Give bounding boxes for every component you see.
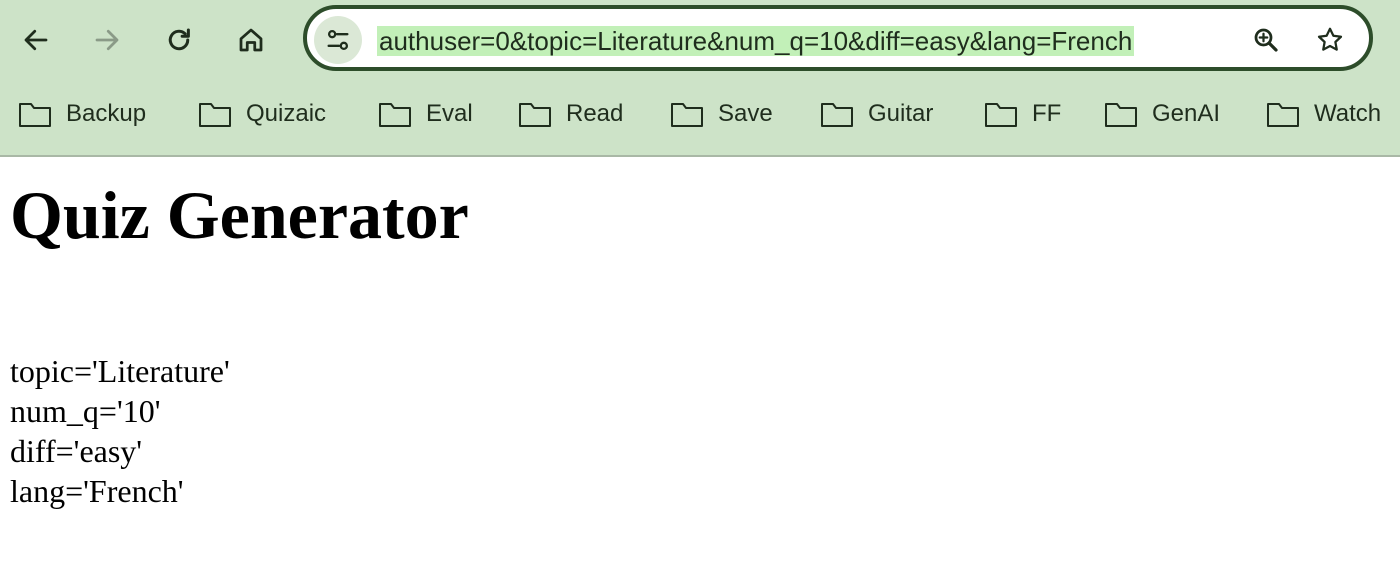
folder-icon <box>821 103 853 127</box>
bookmark-read[interactable]: Read <box>518 92 623 136</box>
star-icon <box>1317 27 1343 51</box>
reload-icon <box>168 28 190 51</box>
bookmark-watch[interactable]: Watch <box>1266 92 1381 136</box>
folder-icon <box>379 103 411 127</box>
bookmark-save[interactable]: Save <box>670 92 773 136</box>
bookmark-label: Eval <box>426 100 473 127</box>
bookmark-backup[interactable]: Backup <box>18 92 146 136</box>
folder-icon <box>1105 103 1137 127</box>
arrow-right-icon <box>95 29 119 51</box>
bookmark-star-button[interactable] <box>1310 20 1350 60</box>
bookmark-eval[interactable]: Eval <box>378 92 473 136</box>
bookmark-quizaic[interactable]: Quizaic <box>198 92 326 136</box>
param-list: topic='Literature' num_q='10' diff='easy… <box>10 351 1390 511</box>
folder-icon <box>671 103 703 127</box>
bookmark-label: Watch <box>1314 100 1382 127</box>
home-button[interactable] <box>227 16 275 64</box>
param-num-q: num_q='10' <box>10 393 161 429</box>
bookmark-guitar[interactable]: Guitar <box>820 92 933 136</box>
folder-icon <box>1267 103 1299 127</box>
param-topic: topic='Literature' <box>10 353 230 389</box>
bookmark-ff[interactable]: FF <box>984 92 1061 136</box>
reload-button[interactable] <box>155 16 203 64</box>
bookmark-label: Read <box>566 100 624 127</box>
bookmark-label: Save <box>718 100 773 127</box>
back-button[interactable] <box>12 16 60 64</box>
site-info-button[interactable] <box>314 16 362 64</box>
zoom-icon <box>1254 28 1278 52</box>
bookmark-label: GenAI <box>1152 100 1221 127</box>
arrow-left-icon <box>24 29 48 51</box>
page-title: Quiz Generator <box>10 177 469 253</box>
forward-button[interactable] <box>83 16 131 64</box>
home-icon <box>239 28 263 52</box>
url-text: authuser=0&topic=Literature&num_q=10&dif… <box>377 26 1135 56</box>
page-content: Quiz Generator topic='Literature' num_q=… <box>10 157 1390 511</box>
bookmarks-bar: Backup Quizaic Eval Read Save Guitar FF <box>0 92 1400 136</box>
param-lang: lang='French' <box>10 473 184 509</box>
folder-icon <box>519 103 551 127</box>
bookmark-genai[interactable]: GenAI <box>1104 92 1220 136</box>
folder-icon <box>199 103 231 127</box>
param-diff: diff='easy' <box>10 433 143 469</box>
bookmark-label: Backup <box>66 100 147 127</box>
folder-icon <box>19 103 51 127</box>
tune-icon <box>327 29 349 51</box>
bookmark-label: Guitar <box>868 100 934 127</box>
folder-icon <box>985 103 1017 127</box>
url-field[interactable]: authuser=0&topic=Literature&num_q=10&dif… <box>377 21 1239 61</box>
bookmark-label: Quizaic <box>246 100 327 127</box>
bookmark-label: FF <box>1032 100 1062 127</box>
browser-chrome: authuser=0&topic=Literature&num_q=10&dif… <box>0 0 1400 157</box>
address-bar[interactable]: authuser=0&topic=Literature&num_q=10&dif… <box>303 5 1373 71</box>
zoom-button[interactable] <box>1246 20 1286 60</box>
